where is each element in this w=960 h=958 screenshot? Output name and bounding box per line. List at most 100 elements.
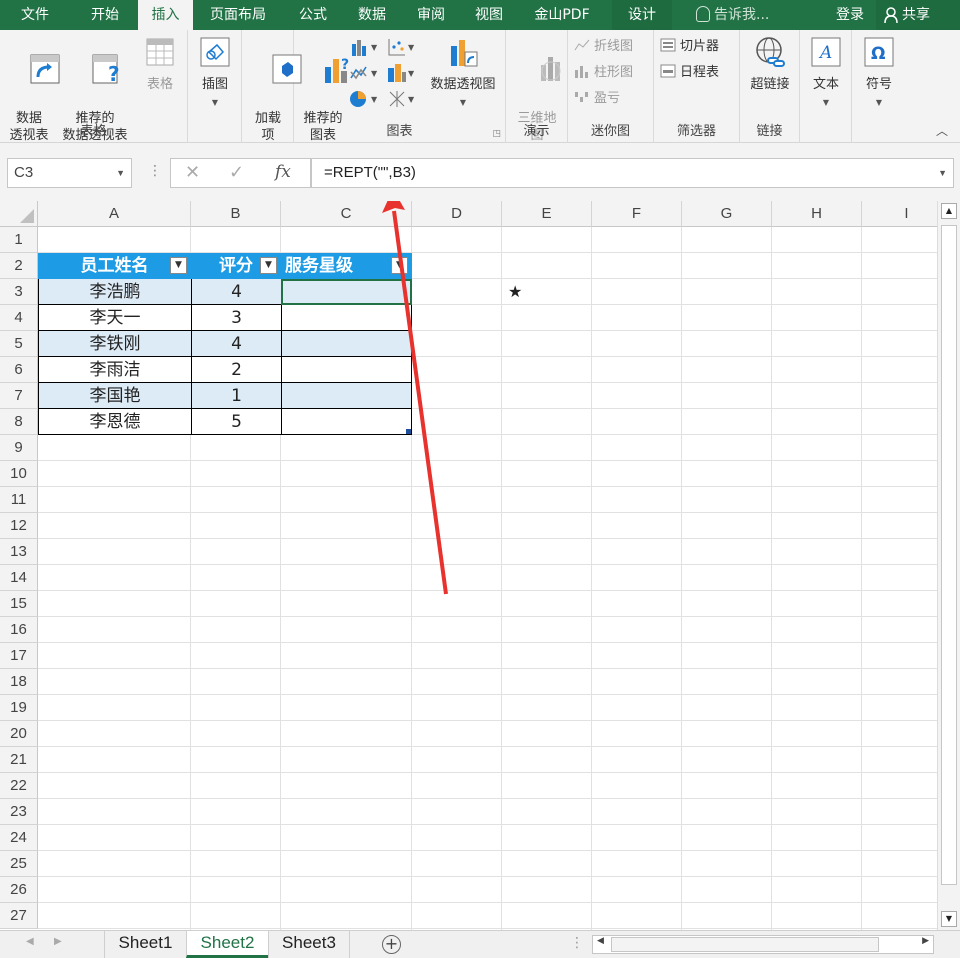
lightbulb-icon	[696, 6, 710, 22]
cancel-icon[interactable]: ✕	[185, 162, 200, 183]
table-button[interactable]: 表格	[138, 36, 182, 93]
next-sheet-icon[interactable]: ▶	[54, 936, 62, 947]
hyperlink-button[interactable]: 超链接	[744, 36, 796, 93]
tab-home[interactable]: 开始	[72, 0, 138, 30]
text-button[interactable]: A 文本 ▼	[804, 36, 848, 111]
expand-formula-icon[interactable]: ▼	[938, 159, 947, 187]
scroll-down-arrow[interactable]: ▼	[941, 911, 957, 927]
tell-me-label: 告诉我...	[714, 7, 770, 23]
prev-sheet-icon[interactable]: ◀	[26, 936, 34, 947]
globe-link-icon	[756, 37, 785, 67]
column-chart-icon[interactable]: ▼	[352, 38, 382, 56]
recommended-pivot-icon: ?	[92, 54, 120, 86]
sparkline-line-icon	[574, 39, 590, 51]
tab-insert[interactable]: 插入	[138, 0, 193, 30]
worksheet-grid[interactable]: ABCDEFGHI 1 2 3 4 5 6 7 8 9 10 11 12 13 14 15 16 17 18 19 2…	[0, 201, 960, 930]
tab-formulas[interactable]: 公式	[284, 0, 342, 30]
group-tours-label: 演示	[523, 124, 550, 139]
sheet-tab-1[interactable]: Sheet1	[104, 931, 186, 958]
group-text: A 文本 ▼	[800, 30, 852, 143]
tab-pdf[interactable]: 金山PDF	[520, 0, 604, 30]
group-illustrations: 插图 ▼	[188, 30, 242, 143]
add-sheet-icon[interactable]: +	[382, 935, 401, 954]
sheet-tab-3[interactable]: Sheet3	[268, 931, 350, 958]
addins-label: 加载 项	[254, 111, 281, 143]
tab-data[interactable]: 数据	[344, 0, 400, 30]
table-icon	[146, 38, 174, 66]
scroll-right-arrow[interactable]: ▶	[922, 936, 929, 946]
group-symbols: Ω 符号 ▼	[852, 30, 906, 143]
vertical-scrollbar[interactable]: ▲ ▼	[937, 201, 960, 930]
svg-text:?: ?	[341, 57, 349, 73]
pivot-chart-label: 数据透视图	[430, 77, 496, 92]
formula-buttons: ✕ ✓ fx	[170, 158, 311, 188]
illustrations-label: 插图	[201, 77, 228, 92]
ribbon-tab-bar: 文件 开始 插入 页面布局 公式 数据 审阅 视图 金山PDF 设计 告诉我..…	[0, 0, 960, 30]
timeline-icon	[660, 64, 676, 78]
slicer-button[interactable]: 切片器	[660, 38, 719, 56]
omega-icon: Ω	[864, 37, 894, 67]
sparkline-winloss-icon	[575, 92, 588, 102]
group-tables: 数据 透视表 ? 推荐的 数据透视表 表格 表格	[0, 30, 188, 143]
login-link[interactable]: 登录	[836, 0, 864, 30]
hierarchy-chart-icon[interactable]: ▼	[388, 64, 418, 82]
tell-me-box[interactable]: 告诉我...	[696, 0, 769, 30]
tab-design[interactable]: 设计	[612, 0, 672, 30]
sparkline-line-button[interactable]: 折线图	[574, 38, 633, 56]
group-charts: ? 推荐的 图表 ▼ ▼ ▼ ▼ ▼ ▼ 数据透视图 ▼ 图表 ◳	[294, 30, 506, 143]
tab-file[interactable]: 文件	[0, 0, 70, 30]
sparkline-winloss-button[interactable]: 盈亏	[574, 90, 620, 108]
splitter-icon[interactable]: ⋮	[570, 935, 584, 951]
pie-chart-icon[interactable]: ▼	[350, 90, 382, 108]
group-links: 超链接 链接	[740, 30, 800, 143]
name-box[interactable]: C3 ▼	[7, 158, 132, 188]
insert-function-icon[interactable]: fx	[275, 162, 291, 182]
ribbon-panel: 数据 透视表 ? 推荐的 数据透视表 表格 表格 插图 ▼ 加载 项 ? 推荐的…	[0, 30, 960, 143]
scatter-chart-icon[interactable]: ▼	[388, 38, 418, 56]
svg-text:▼: ▼	[408, 95, 415, 104]
group-addins: 加载 项	[242, 30, 302, 143]
formula-input[interactable]: =REPT("",B3) ▼	[311, 158, 954, 188]
text-label: 文本	[812, 77, 839, 92]
horizontal-scrollbar[interactable]: ◀ ▶	[592, 935, 934, 954]
svg-text:▼: ▼	[371, 95, 378, 104]
sparkline-column-button[interactable]: 柱形图	[574, 64, 633, 82]
svg-text:▼: ▼	[408, 69, 415, 78]
svg-text:▼: ▼	[371, 69, 378, 78]
enter-icon[interactable]: ✓	[229, 162, 244, 183]
dialog-launcher-icon[interactable]: ◳	[492, 129, 501, 139]
hscroll-thumb[interactable]	[611, 937, 879, 952]
slicer-icon	[660, 38, 676, 52]
person-icon	[884, 7, 898, 23]
collapse-ribbon-icon[interactable]: ︿	[936, 122, 948, 139]
hyperlink-label: 超链接	[750, 77, 790, 92]
annotation-arrow	[382, 201, 448, 595]
illustrations-button[interactable]: 插图 ▼	[192, 36, 238, 111]
scroll-thumb[interactable]	[941, 225, 957, 885]
group-filters: 切片器 日程表 筛选器	[654, 30, 740, 143]
symbols-button[interactable]: Ω 符号 ▼	[856, 36, 902, 111]
scroll-left-arrow[interactable]: ◀	[597, 936, 604, 946]
group-filters-label: 筛选器	[676, 124, 716, 139]
tab-view[interactable]: 视图	[461, 0, 517, 30]
scroll-up-arrow[interactable]: ▲	[941, 203, 957, 219]
svg-text:?: ?	[108, 62, 120, 85]
timeline-button[interactable]: 日程表	[660, 64, 719, 82]
sparkline-column-icon	[575, 66, 588, 78]
share-button[interactable]: 共享	[876, 0, 960, 30]
group-charts-label: 图表	[386, 124, 413, 139]
chevron-down-icon[interactable]: ▼	[116, 159, 125, 187]
surface-chart-icon[interactable]: ▼	[388, 90, 418, 108]
share-label: 共享	[902, 7, 930, 23]
table-label: 表格	[146, 77, 173, 92]
pivot-chart-icon	[451, 40, 478, 67]
sheet-tab-2[interactable]: Sheet2	[186, 931, 268, 958]
line-chart-icon[interactable]: ▼	[350, 64, 382, 82]
shapes-icon	[200, 37, 230, 67]
group-sparklines: 折线图 柱形图 盈亏 迷你图	[568, 30, 654, 143]
tab-page-layout[interactable]: 页面布局	[196, 0, 280, 30]
tab-review[interactable]: 审阅	[403, 0, 459, 30]
formula-bar: C3 ▼ ⋮ ✕ ✓ fx =REPT("",B3) ▼	[0, 143, 960, 201]
pivot-chart-button[interactable]: 数据透视图 ▼	[424, 36, 502, 111]
text-box-icon: A	[811, 37, 841, 67]
